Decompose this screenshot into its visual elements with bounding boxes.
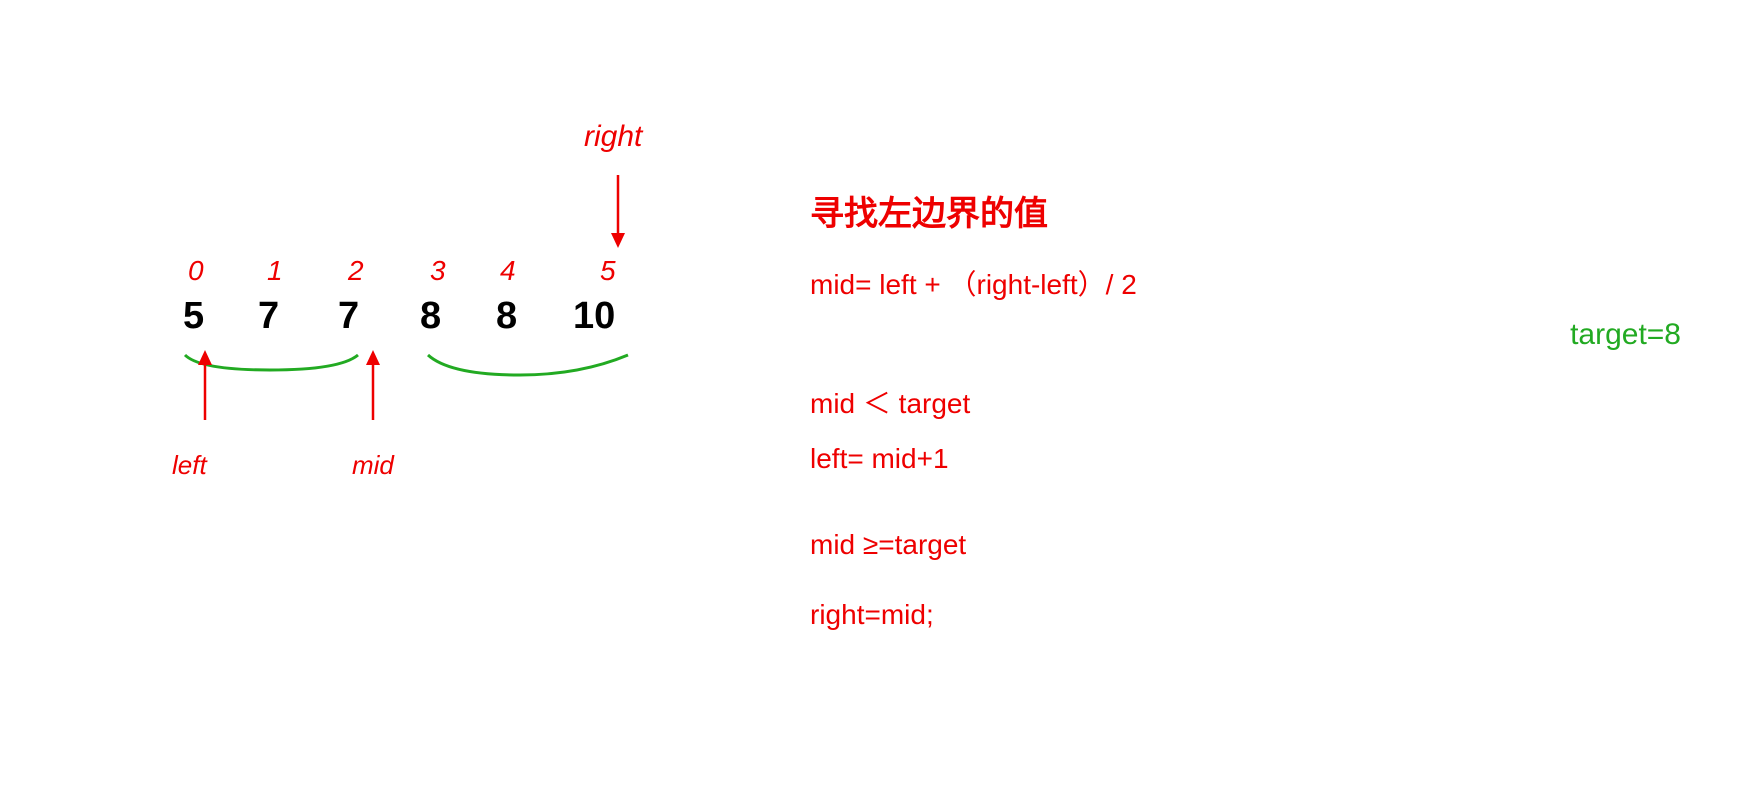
text-section: 寻找左边界的值 mid= left + （right-left）/ 2 targ… <box>750 0 1761 803</box>
mid-label: mid <box>352 450 394 481</box>
num-0: 5 <box>183 295 204 338</box>
num-5: 10 <box>573 295 615 338</box>
index-4: 4 <box>500 255 516 287</box>
index-5: 5 <box>600 255 616 287</box>
condition1: mid ＜ target <box>810 380 1761 428</box>
main-container: 0 1 2 3 4 5 5 7 7 8 8 10 right left mid … <box>0 0 1761 803</box>
right-label: right <box>584 120 642 154</box>
section-title: 寻找左边界的值 <box>810 186 1761 235</box>
index-3: 3 <box>430 255 446 287</box>
num-2: 7 <box>338 295 359 338</box>
index-0: 0 <box>188 255 204 287</box>
num-4: 8 <box>496 295 517 338</box>
condition2: left= mid+1 <box>810 435 1761 483</box>
index-1: 1 <box>267 255 283 287</box>
condition4: right=mid; <box>810 591 1761 639</box>
left-label: left <box>172 450 207 481</box>
num-3: 8 <box>420 295 441 338</box>
diagram-section: 0 1 2 3 4 5 5 7 7 8 8 10 right left mid <box>0 0 750 803</box>
index-2: 2 <box>348 255 364 287</box>
condition3: mid ≥=target <box>810 521 1761 569</box>
formula-line: mid= left + （right-left）/ 2 <box>810 263 1761 308</box>
target-value: target=8 <box>810 318 1761 352</box>
num-1: 7 <box>258 295 279 338</box>
